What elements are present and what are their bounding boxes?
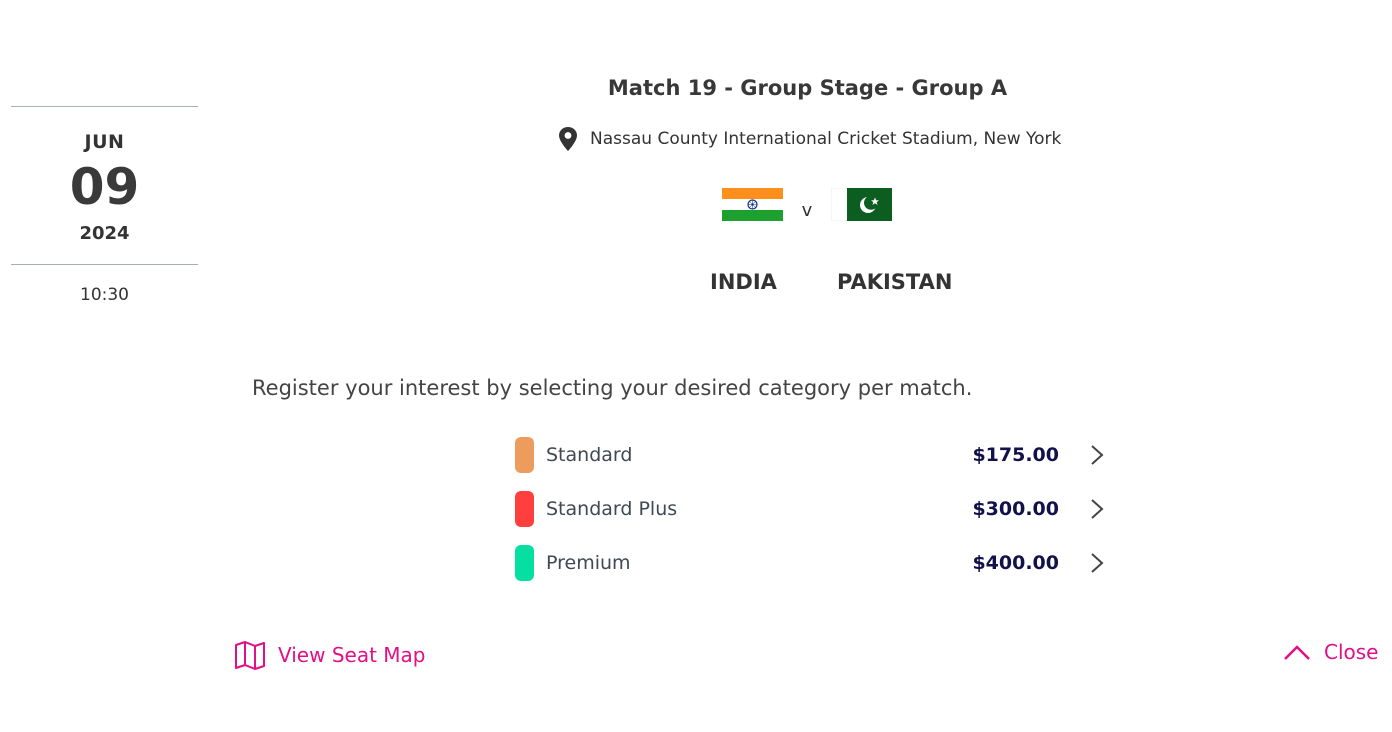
category-price: $300.00 bbox=[972, 498, 1059, 520]
date-day: 09 bbox=[69, 158, 140, 216]
pakistan-flag-icon bbox=[830, 187, 893, 222]
location-pin-icon bbox=[556, 126, 580, 152]
category-price: $400.00 bbox=[972, 552, 1059, 574]
date-year: 2024 bbox=[79, 223, 130, 244]
category-color-swatch bbox=[515, 545, 534, 581]
venue: Nassau County International Cricket Stad… bbox=[556, 126, 1061, 152]
home-team-name: INDIA bbox=[710, 270, 777, 294]
match-date-panel: JUN 09 2024 10:30 bbox=[11, 106, 198, 305]
chevron-up-icon bbox=[1284, 645, 1310, 660]
chevron-right-icon[interactable] bbox=[1089, 444, 1105, 466]
match-title: Match 19 - Group Stage - Group A bbox=[607, 76, 1008, 100]
category-price: $175.00 bbox=[972, 444, 1059, 466]
venue-name: Nassau County International Cricket Stad… bbox=[590, 129, 1062, 149]
category-row-premium[interactable]: Premium $400.00 bbox=[515, 545, 1105, 581]
ticket-category-list: Standard $175.00 Standard Plus $300.00 P… bbox=[515, 437, 1105, 599]
category-color-swatch bbox=[515, 491, 534, 527]
category-row-standard-plus[interactable]: Standard Plus $300.00 bbox=[515, 491, 1105, 527]
divider-bottom bbox=[11, 264, 198, 265]
close-label: Close bbox=[1324, 640, 1379, 664]
close-button[interactable]: Close bbox=[1282, 640, 1378, 664]
versus-label: v bbox=[801, 200, 813, 221]
team-flags: v bbox=[722, 187, 893, 222]
category-name: Premium bbox=[546, 552, 631, 574]
category-name: Standard Plus bbox=[546, 498, 678, 520]
view-seat-map-label: View Seat Map bbox=[278, 643, 426, 667]
chevron-right-icon[interactable] bbox=[1089, 498, 1105, 520]
category-color-swatch bbox=[515, 437, 534, 473]
away-team-name: PAKISTAN bbox=[837, 270, 953, 294]
date-month: JUN bbox=[84, 131, 125, 153]
match-time: 10:30 bbox=[80, 285, 129, 305]
divider-top bbox=[11, 106, 198, 107]
register-instruction: Register your interest by selecting your… bbox=[252, 376, 973, 400]
map-icon bbox=[235, 641, 265, 670]
category-name: Standard bbox=[546, 444, 633, 466]
india-flag-icon bbox=[722, 188, 783, 221]
category-row-standard[interactable]: Standard $175.00 bbox=[515, 437, 1105, 473]
chevron-right-icon[interactable] bbox=[1089, 552, 1105, 574]
view-seat-map-link[interactable]: View Seat Map bbox=[234, 640, 425, 670]
